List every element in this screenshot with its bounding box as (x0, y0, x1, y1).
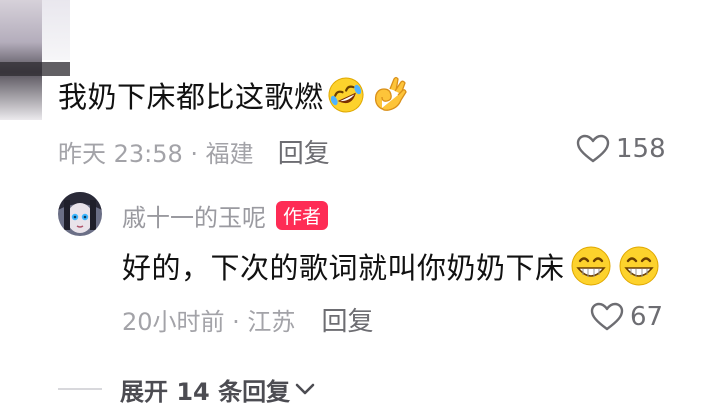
reply-meta-row: 20小时前 · 江苏 回复 (122, 301, 373, 338)
avatar[interactable] (58, 192, 102, 236)
comment-like-button[interactable]: 158 (576, 134, 666, 164)
expand-replies-row[interactable]: 展开 14 条回复 (58, 372, 316, 406)
divider (58, 388, 102, 390)
reply-timestamp-location: 20小时前 · 江苏 (122, 307, 296, 336)
comment-reply-button[interactable]: 回复 (278, 133, 330, 170)
reply-text: 好的，下次的歌词就叫你奶奶下床 (122, 244, 661, 288)
ok-hand-icon (374, 76, 407, 111)
reply-reply-button[interactable]: 回复 (321, 301, 373, 338)
rolling-laughing-icon (328, 77, 364, 113)
reply-author-row: 戚十一的玉呢 作者 (122, 198, 329, 233)
chevron-down-icon (295, 383, 315, 395)
reply-like-count: 67 (630, 302, 664, 332)
comment-meta-row: 昨天 23:58 · 福建 回复 (58, 133, 330, 170)
grin-icon (619, 246, 659, 286)
author-badge: 作者 (276, 200, 329, 230)
heart-icon (576, 134, 610, 163)
blurred-video-edge-light (42, 0, 70, 60)
heart-icon (590, 302, 624, 331)
expand-replies-label[interactable]: 展开 14 条回复 (120, 372, 290, 407)
avatar-image (58, 192, 102, 236)
blurred-video-edge (0, 0, 42, 120)
reply-body: 好的，下次的歌词就叫你奶奶下床 (122, 251, 565, 285)
comment-timestamp-location: 昨天 23:58 · 福建 (58, 139, 254, 168)
reply-author-name[interactable]: 戚十一的玉呢 (122, 198, 266, 233)
comment-body: 我奶下床都比这歌燃 (58, 80, 324, 114)
grin-icon (571, 246, 611, 286)
reply-like-button[interactable]: 67 (590, 302, 663, 332)
comment-like-count: 158 (616, 134, 666, 164)
comment-text: 我奶下床都比这歌燃 (58, 74, 408, 116)
